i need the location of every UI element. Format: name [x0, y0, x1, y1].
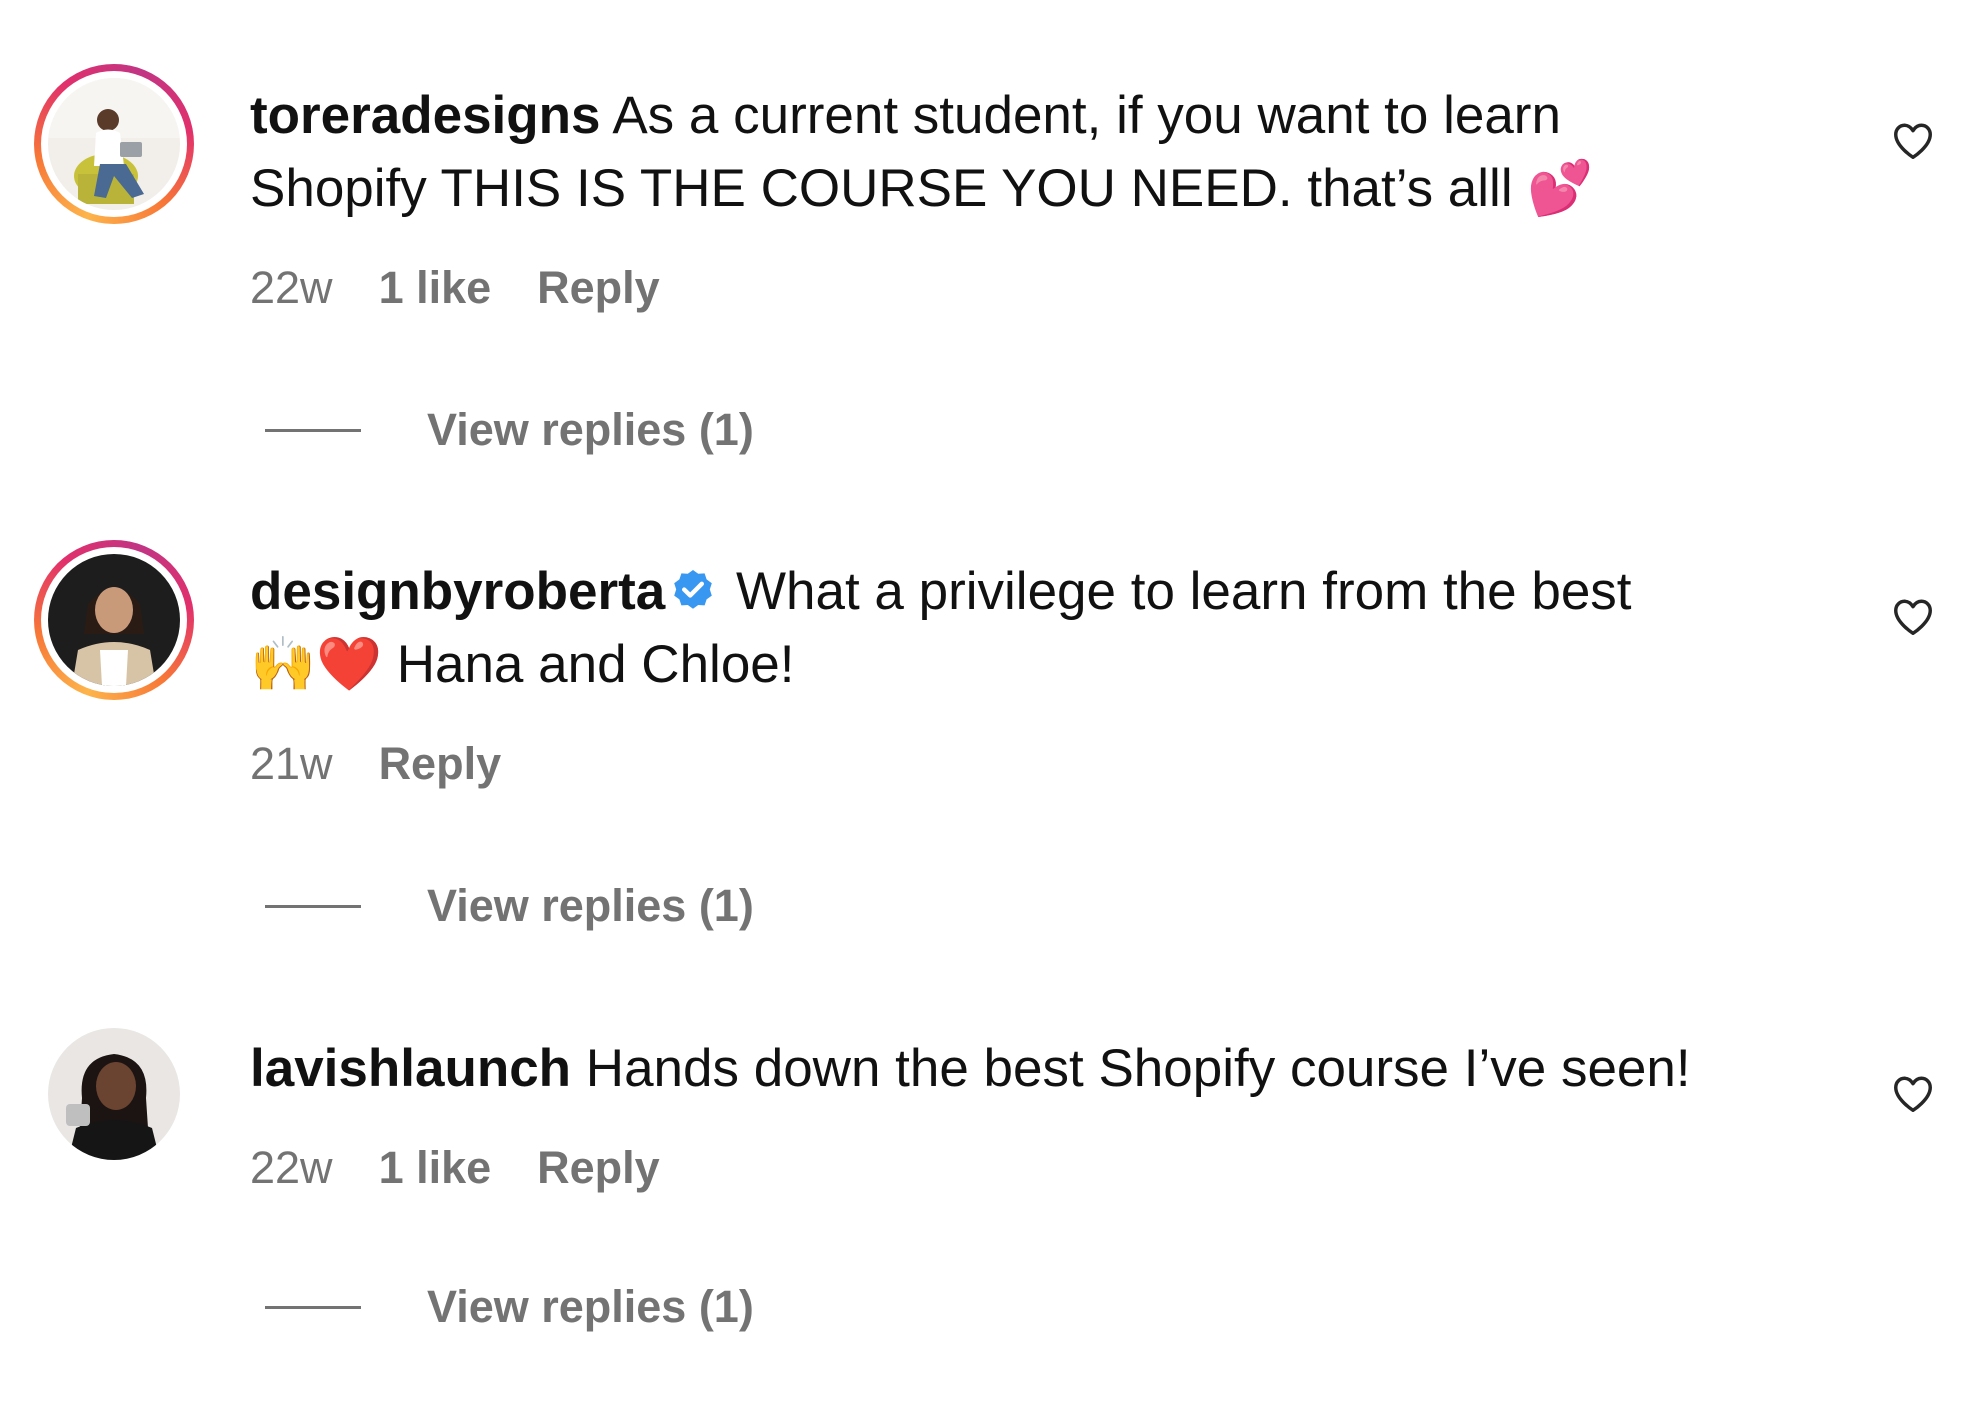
- view-replies-button[interactable]: View replies (1): [427, 1281, 754, 1333]
- reply-button[interactable]: Reply: [537, 262, 660, 313]
- comment-like-count[interactable]: 1 like: [379, 262, 492, 313]
- avatar-photo-toreradesigns: [48, 78, 180, 210]
- comment-timestamp[interactable]: 21w: [250, 738, 333, 789]
- avatar: [48, 554, 180, 686]
- heart-outline-icon[interactable]: [1890, 594, 1936, 640]
- heart-outline-icon[interactable]: [1890, 118, 1936, 164]
- avatar-ring-gap: [41, 547, 187, 693]
- comment-username[interactable]: toreradesigns: [250, 86, 601, 145]
- reply-button[interactable]: Reply: [537, 1142, 660, 1193]
- view-replies-row[interactable]: View replies (1): [265, 1277, 754, 1337]
- avatar: [48, 78, 180, 210]
- comment-body-line1: What a privilege to learn from the best: [721, 562, 1632, 621]
- view-replies-button[interactable]: View replies (1): [427, 404, 754, 456]
- two-hearts-emoji: 💕: [1527, 158, 1594, 219]
- avatar-photo-designbyroberta: [48, 554, 180, 686]
- replies-divider-line: [265, 904, 361, 908]
- avatar-story-ring[interactable]: [34, 540, 194, 700]
- view-replies-button[interactable]: View replies (1): [427, 880, 754, 932]
- view-replies-row[interactable]: View replies (1): [265, 876, 754, 936]
- comment-meta: 21w Reply: [250, 738, 547, 790]
- replies-divider-line: [265, 428, 361, 432]
- view-replies-row[interactable]: View replies (1): [265, 400, 754, 460]
- verified-badge-icon: [674, 570, 713, 609]
- comment-meta: 22w 1 like Reply: [250, 262, 706, 314]
- avatar-photo-lavishlaunch: [48, 1028, 180, 1160]
- avatar-story-ring[interactable]: [34, 64, 194, 224]
- replies-divider-line: [265, 1305, 361, 1309]
- comment-body-line1: Hands down the best Shopify course I’ve …: [571, 1039, 1691, 1098]
- comment-text: toreradesigns As a current student, if y…: [250, 79, 1820, 225]
- comment-timestamp[interactable]: 22w: [250, 262, 333, 313]
- raising-hands-heart-emoji: 🙌❤️: [250, 634, 382, 695]
- comment-username[interactable]: designbyroberta: [250, 562, 665, 621]
- comment-body-line1: As a current student, if you want to lea…: [600, 86, 1561, 145]
- comment-text: designbyroberta What a privilege to lear…: [250, 555, 1820, 701]
- comment-timestamp[interactable]: 22w: [250, 1142, 333, 1193]
- comment-like-count[interactable]: 1 like: [379, 1142, 492, 1193]
- avatar[interactable]: [48, 1028, 180, 1160]
- comment-meta: 22w 1 like Reply: [250, 1142, 706, 1194]
- comment-username[interactable]: lavishlaunch: [250, 1039, 571, 1098]
- comment-body-line2: Hana and Chloe!: [381, 635, 795, 694]
- avatar-ring-gap: [41, 71, 187, 217]
- reply-button[interactable]: Reply: [379, 738, 502, 789]
- heart-outline-icon[interactable]: [1890, 1071, 1936, 1117]
- comment-body-line2: Shopify THIS IS THE COURSE YOU NEED. tha…: [250, 159, 1528, 218]
- comment-text: lavishlaunch Hands down the best Shopify…: [250, 1032, 1820, 1105]
